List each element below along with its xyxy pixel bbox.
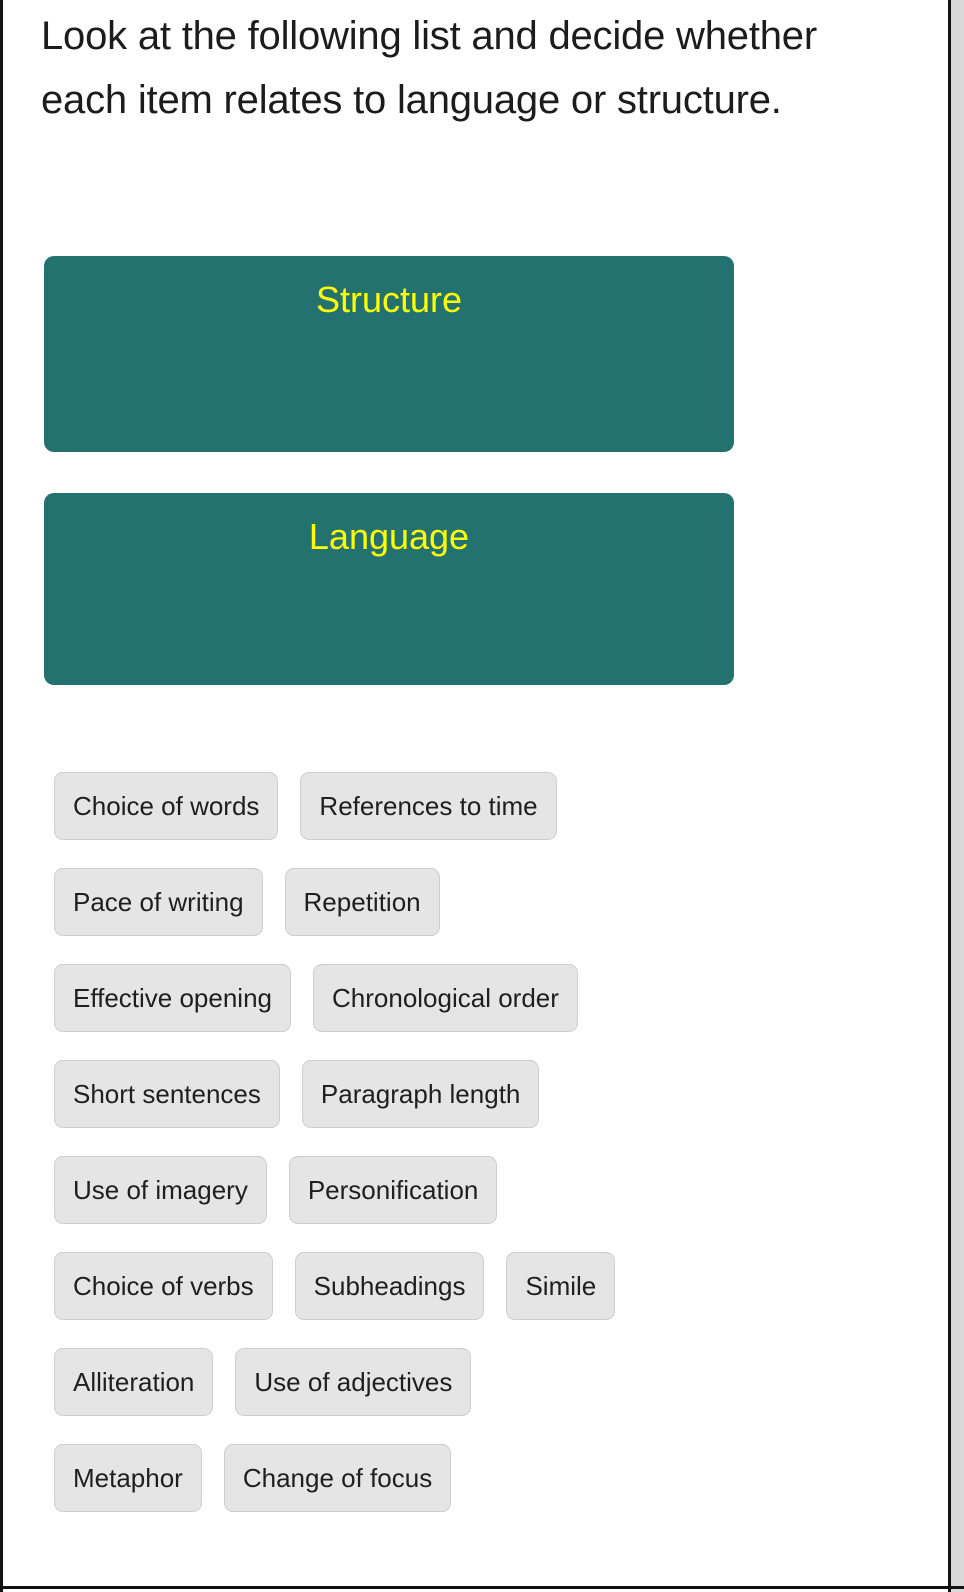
draggable-chip[interactable]: Pace of writing [54,868,263,936]
dropzone-language-label: Language [308,516,470,557]
chip-row: Use of imagery Personification [44,1156,924,1224]
draggable-chip[interactable]: Choice of words [54,772,279,840]
draggable-chip[interactable]: Chronological order [313,964,578,1032]
task-instruction-text: Look at the following list and decide wh… [41,14,817,122]
draggable-chip[interactable]: Effective opening [54,964,291,1032]
chip-row: Effective opening Chronological order [44,964,924,1032]
draggable-item-tray: Choice of words References to time Pace … [44,772,924,1540]
chip-row: Short sentences Paragraph length [44,1060,924,1128]
chip-row: Choice of words References to time [44,772,924,840]
page-border-right [948,0,951,1592]
page-right-gutter [951,0,964,1592]
draggable-chip[interactable]: Alliteration [54,1348,214,1416]
dropzone-structure[interactable]: Structure [44,256,734,452]
draggable-chip[interactable]: Repetition [284,868,440,936]
chip-row: Alliteration Use of adjectives [44,1348,924,1416]
dropzone-language[interactable]: Language [44,493,734,685]
draggable-chip[interactable]: Personification [288,1156,498,1224]
draggable-chip[interactable]: Choice of verbs [54,1252,273,1320]
chip-row: Pace of writing Repetition [44,868,924,936]
draggable-chip[interactable]: Simile [506,1252,616,1320]
activity-viewport: Look at the following list and decide wh… [3,0,948,1586]
draggable-chip[interactable]: Subheadings [294,1252,485,1320]
draggable-chip[interactable]: Use of adjectives [235,1348,472,1416]
draggable-chip[interactable]: Metaphor [54,1444,202,1512]
chip-row: Metaphor Change of focus [44,1444,924,1512]
chip-row: Choice of verbs Subheadings Simile [44,1252,924,1320]
draggable-chip[interactable]: Short sentences [54,1060,280,1128]
draggable-chip[interactable]: Use of imagery [54,1156,267,1224]
draggable-chip[interactable]: Paragraph length [301,1060,540,1128]
draggable-chip[interactable]: References to time [300,772,557,840]
draggable-chip[interactable]: Change of focus [223,1444,452,1512]
page-border-bottom [0,1586,964,1589]
dropzone-structure-label: Structure [315,279,463,320]
